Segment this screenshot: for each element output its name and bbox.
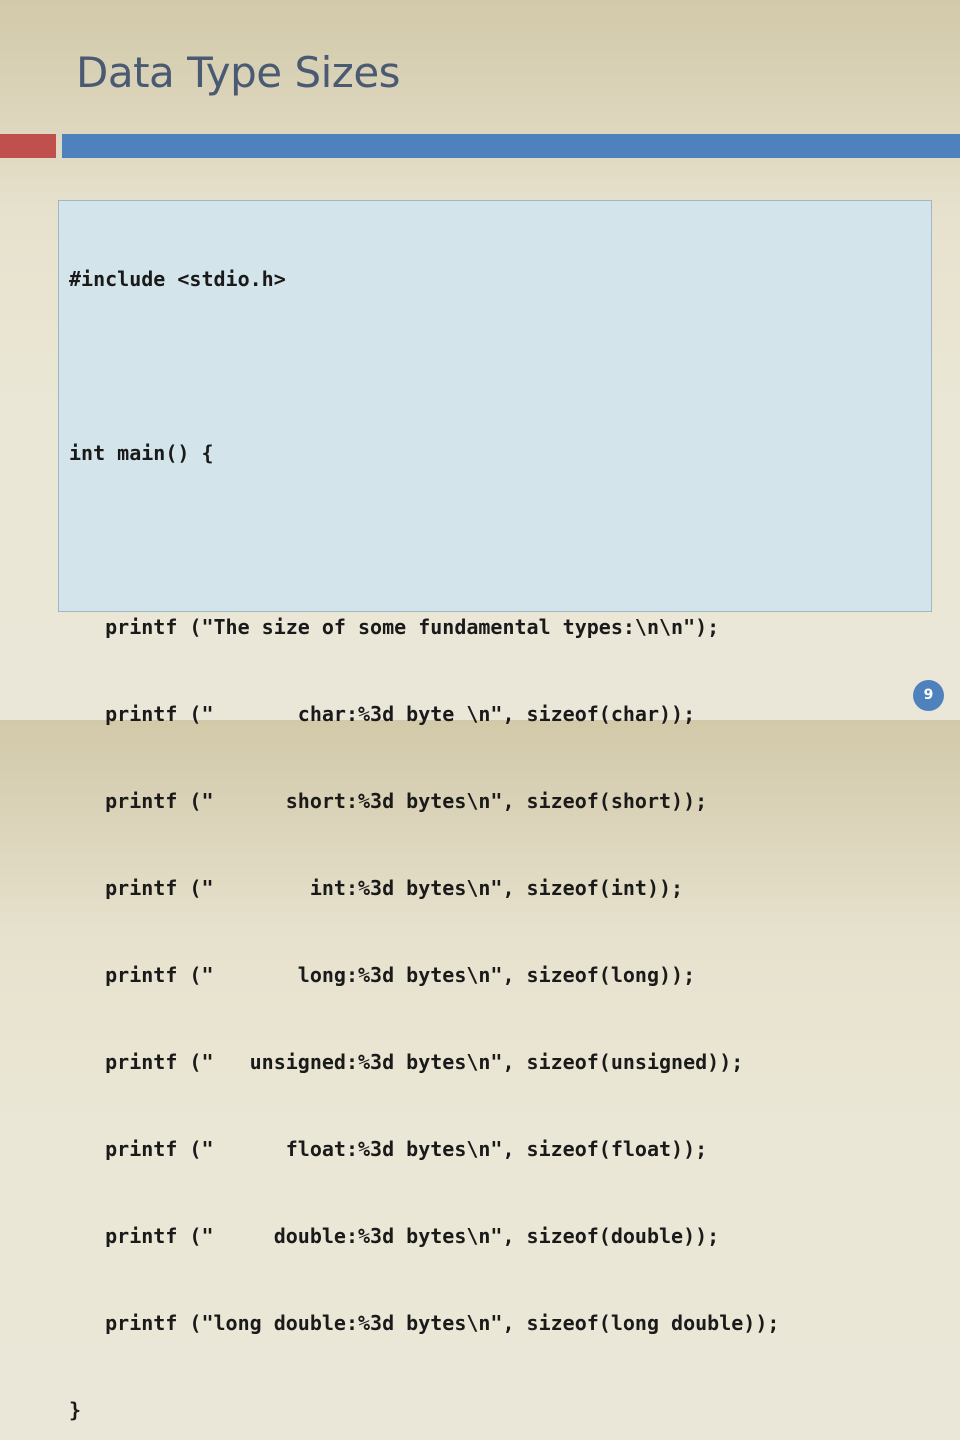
code-listing: #include <stdio.h> int main() { printf (…	[69, 207, 779, 1440]
slide: Data Type Sizes #include <stdio.h> int m…	[0, 0, 960, 1422]
code-line: printf ("long double:%3d bytes\n", sizeo…	[69, 1311, 780, 1335]
code-line: #include <stdio.h>	[69, 267, 286, 291]
code-line: int main() {	[69, 441, 214, 465]
code-line: printf (" long:%3d bytes\n", sizeof(long…	[69, 963, 696, 987]
code-line: printf (" char:%3d byte \n", sizeof(char…	[69, 702, 696, 726]
code-line: printf ("The size of some fundamental ty…	[69, 615, 720, 639]
code-line: printf (" float:%3d bytes\n", sizeof(flo…	[69, 1137, 708, 1161]
code-line: printf (" double:%3d bytes\n", sizeof(do…	[69, 1224, 720, 1248]
code-line: printf (" int:%3d bytes\n", sizeof(int))…	[69, 876, 684, 900]
slide-number-badge: 9	[913, 680, 944, 711]
code-line: printf (" unsigned:%3d bytes\n", sizeof(…	[69, 1050, 744, 1074]
accent-bar-red	[0, 134, 56, 158]
accent-bar-blue	[62, 134, 960, 158]
code-block: #include <stdio.h> int main() { printf (…	[58, 200, 932, 1422]
slide-title: Data Type Sizes	[76, 48, 401, 97]
code-line: printf (" short:%3d bytes\n", sizeof(sho…	[69, 789, 708, 813]
code-line: }	[69, 1398, 82, 1422]
